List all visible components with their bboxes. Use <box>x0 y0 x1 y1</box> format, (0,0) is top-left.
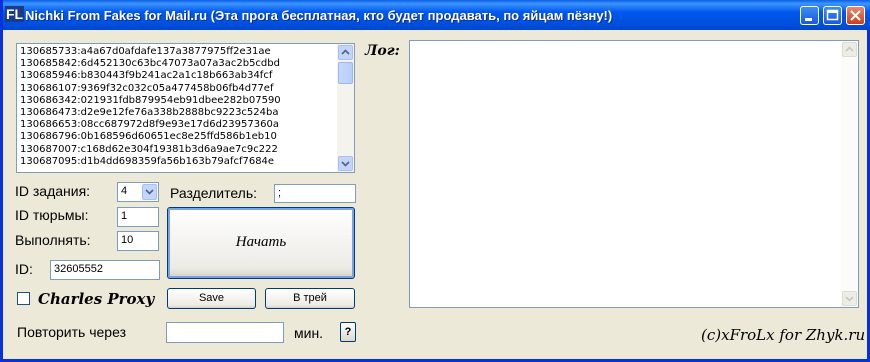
start-button[interactable]: Начать <box>167 207 355 279</box>
separator-label: Разделитель: <box>170 185 258 201</box>
close-button[interactable] <box>846 6 865 25</box>
save-button[interactable]: Save <box>167 288 256 309</box>
maximize-button[interactable] <box>823 6 842 25</box>
log-scrollbar[interactable] <box>841 41 858 307</box>
run-count-field[interactable]: 10 <box>117 231 159 251</box>
minimize-button[interactable] <box>800 6 819 25</box>
app-icon: FL <box>5 6 25 22</box>
task-id-value: 4 <box>121 185 128 197</box>
chevron-up-icon <box>845 46 854 52</box>
credit-text: (c)xFroLx for Zhyk.ru <box>701 326 866 344</box>
log-label: Лог: <box>365 43 400 59</box>
log-scroll-up-button[interactable] <box>842 42 857 57</box>
list-item[interactable]: 130686796:0b168596d60651ec8e25ffd586b1eb… <box>20 131 281 143</box>
minimize-icon <box>805 18 812 21</box>
main-window: FL Nichki From Fakes for Mail.ru (Эта пр… <box>0 0 870 362</box>
list-item[interactable]: 130687095:d1b4dd698359fa56b163b79afcf768… <box>20 156 281 168</box>
list-item[interactable]: 130685946:b830443f9b241ac2a1c18b663ab34f… <box>20 70 281 82</box>
close-icon <box>850 10 861 21</box>
run-count-label: Выполнять: <box>15 232 91 248</box>
charles-proxy-label: Charles Proxy <box>38 290 155 308</box>
scroll-down-button[interactable] <box>338 156 353 171</box>
chevron-down-icon <box>145 189 154 195</box>
accounts-listbox[interactable]: 130685733:a4a67d0afdafe137a3877975ff2e31… <box>16 43 355 173</box>
window-title: Nichki From Fakes for Mail.ru (Эта прога… <box>25 8 613 23</box>
prison-id-label: ID тюрьмы: <box>15 207 89 223</box>
list-item[interactable]: 130686473:d2e9e12fe76a338b2888bc9223c524… <box>20 107 281 119</box>
chevron-down-icon <box>845 296 854 302</box>
tray-button[interactable]: В трей <box>265 288 355 309</box>
task-id-combo[interactable]: 4 <box>117 182 159 202</box>
minutes-label: мин. <box>294 325 324 341</box>
chevron-down-icon <box>341 161 350 167</box>
title-bar[interactable]: FL Nichki From Fakes for Mail.ru (Эта пр… <box>3 0 870 30</box>
accounts-scrollbar[interactable] <box>337 44 354 172</box>
charles-proxy-checkbox[interactable] <box>17 292 30 305</box>
list-item[interactable]: 130687007:c168d62e304f19381b3d6a9ae7c9c2… <box>20 144 281 156</box>
id-field[interactable]: 32605552 <box>50 260 160 280</box>
task-id-label: ID задания: <box>15 183 91 199</box>
prison-id-field[interactable]: 1 <box>117 207 159 227</box>
list-item[interactable]: 130686342:021931fdb879954eb91dbee282b075… <box>20 95 281 107</box>
help-button[interactable]: ? <box>340 322 356 342</box>
scroll-up-button[interactable] <box>338 45 353 60</box>
repeat-interval-field[interactable] <box>166 322 284 343</box>
maximize-icon <box>826 9 839 21</box>
task-id-dropdown-button[interactable] <box>142 184 157 200</box>
list-item[interactable]: 130685842:6d452130c63bc47073a07a3ac2b5cd… <box>20 58 281 70</box>
log-textarea[interactable] <box>409 40 859 308</box>
accounts-lines: 130685733:a4a67d0afdafe137a3877975ff2e31… <box>20 46 281 168</box>
log-scroll-down-button[interactable] <box>842 291 857 306</box>
scroll-thumb[interactable] <box>338 62 353 84</box>
list-item[interactable]: 130686653:08cc687972d8f9e93e17d6d2395736… <box>20 119 281 131</box>
chevron-up-icon <box>341 49 350 55</box>
repeat-label: Повторить через <box>17 324 126 340</box>
list-item[interactable]: 130685733:a4a67d0afdafe137a3877975ff2e31… <box>20 46 281 58</box>
start-button-label: Начать <box>235 234 287 250</box>
list-item[interactable]: 130686107:9369f32c032c05a477458b06fb4d77… <box>20 83 281 95</box>
id-label: ID: <box>15 261 33 277</box>
separator-field[interactable]: ; <box>274 184 356 203</box>
